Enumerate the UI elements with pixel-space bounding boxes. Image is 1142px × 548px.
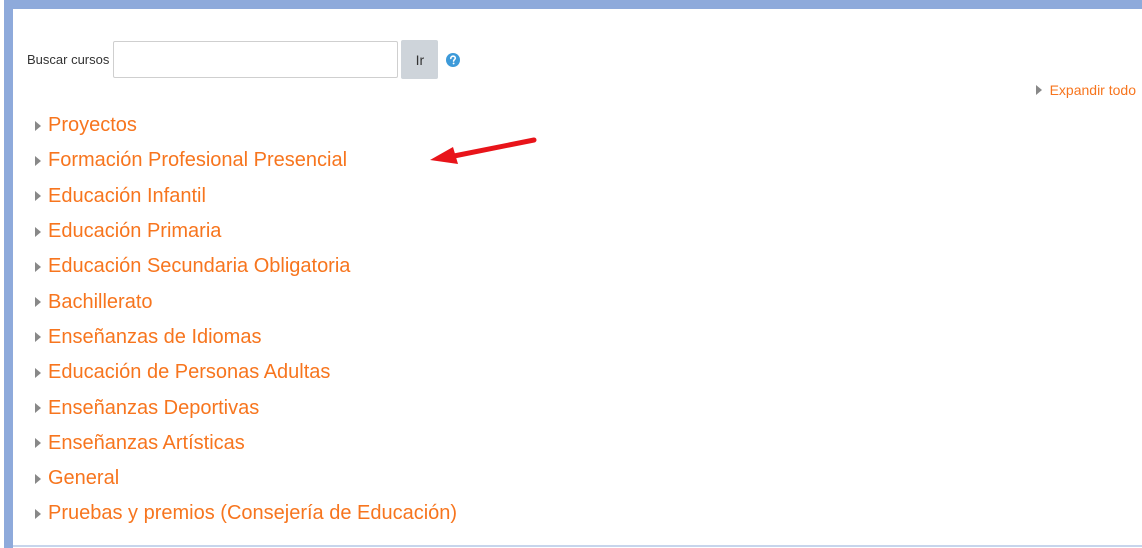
category-item: Proyectos xyxy=(35,108,457,143)
caret-right-icon[interactable] xyxy=(35,438,41,449)
category-link[interactable]: Enseñanzas Artísticas xyxy=(48,432,245,455)
red-arrow-annotation xyxy=(430,137,537,164)
caret-right-icon[interactable] xyxy=(35,508,41,519)
category-link[interactable]: General xyxy=(48,467,119,490)
category-link[interactable]: Bachillerato xyxy=(48,291,153,314)
category-item: Enseñanzas Artísticas xyxy=(35,426,457,461)
search-input[interactable] xyxy=(113,41,399,78)
expand-all-label: Expandir todo xyxy=(1049,82,1136,98)
category-list: Proyectos Formación Profesional Presenci… xyxy=(35,108,457,532)
search-label: Buscar cursos xyxy=(27,52,110,67)
category-link[interactable]: Proyectos xyxy=(48,114,137,137)
caret-right-icon[interactable] xyxy=(35,332,41,343)
caret-right-icon[interactable] xyxy=(35,261,41,272)
category-item: General xyxy=(35,461,457,496)
category-link[interactable]: Pruebas y premios (Consejería de Educaci… xyxy=(48,502,457,525)
category-item: Educación de Personas Adultas xyxy=(35,355,457,390)
caret-right-icon[interactable] xyxy=(35,226,41,237)
course-search: Buscar cursos Ir xyxy=(27,40,461,79)
category-item: Educación Infantil xyxy=(35,179,457,214)
category-link[interactable]: Enseñanzas de Idiomas xyxy=(48,326,261,349)
caret-right-icon[interactable] xyxy=(35,473,41,484)
search-go-button[interactable]: Ir xyxy=(401,40,439,79)
caret-right-icon[interactable] xyxy=(35,367,41,378)
caret-right-icon[interactable] xyxy=(35,120,41,131)
category-item: Enseñanzas Deportivas xyxy=(35,390,457,425)
help-icon[interactable] xyxy=(446,52,461,67)
category-item: Pruebas y premios (Consejería de Educaci… xyxy=(35,496,457,531)
category-link[interactable]: Educación Secundaria Obligatoria xyxy=(48,255,350,278)
category-item: Educación Primaria xyxy=(35,214,457,249)
category-item: Formación Profesional Presencial xyxy=(35,143,457,178)
category-link[interactable]: Enseñanzas Deportivas xyxy=(48,397,259,420)
caret-right-icon[interactable] xyxy=(35,297,41,308)
caret-right-icon[interactable] xyxy=(35,191,41,202)
category-item: Educación Secundaria Obligatoria xyxy=(35,249,457,284)
category-link[interactable]: Educación Primaria xyxy=(48,220,221,243)
category-link[interactable]: Formación Profesional Presencial xyxy=(48,149,347,172)
category-link[interactable]: Educación Infantil xyxy=(48,185,206,208)
category-item: Bachillerato xyxy=(35,284,457,319)
category-item: Enseñanzas de Idiomas xyxy=(35,320,457,355)
frame-bottom-divider xyxy=(13,545,1142,547)
caret-right-icon[interactable] xyxy=(35,155,41,166)
caret-right-icon xyxy=(1035,85,1042,95)
expand-all-link[interactable]: Expandir todo xyxy=(1035,82,1136,98)
caret-right-icon[interactable] xyxy=(35,403,41,414)
category-link[interactable]: Educación de Personas Adultas xyxy=(48,361,330,384)
